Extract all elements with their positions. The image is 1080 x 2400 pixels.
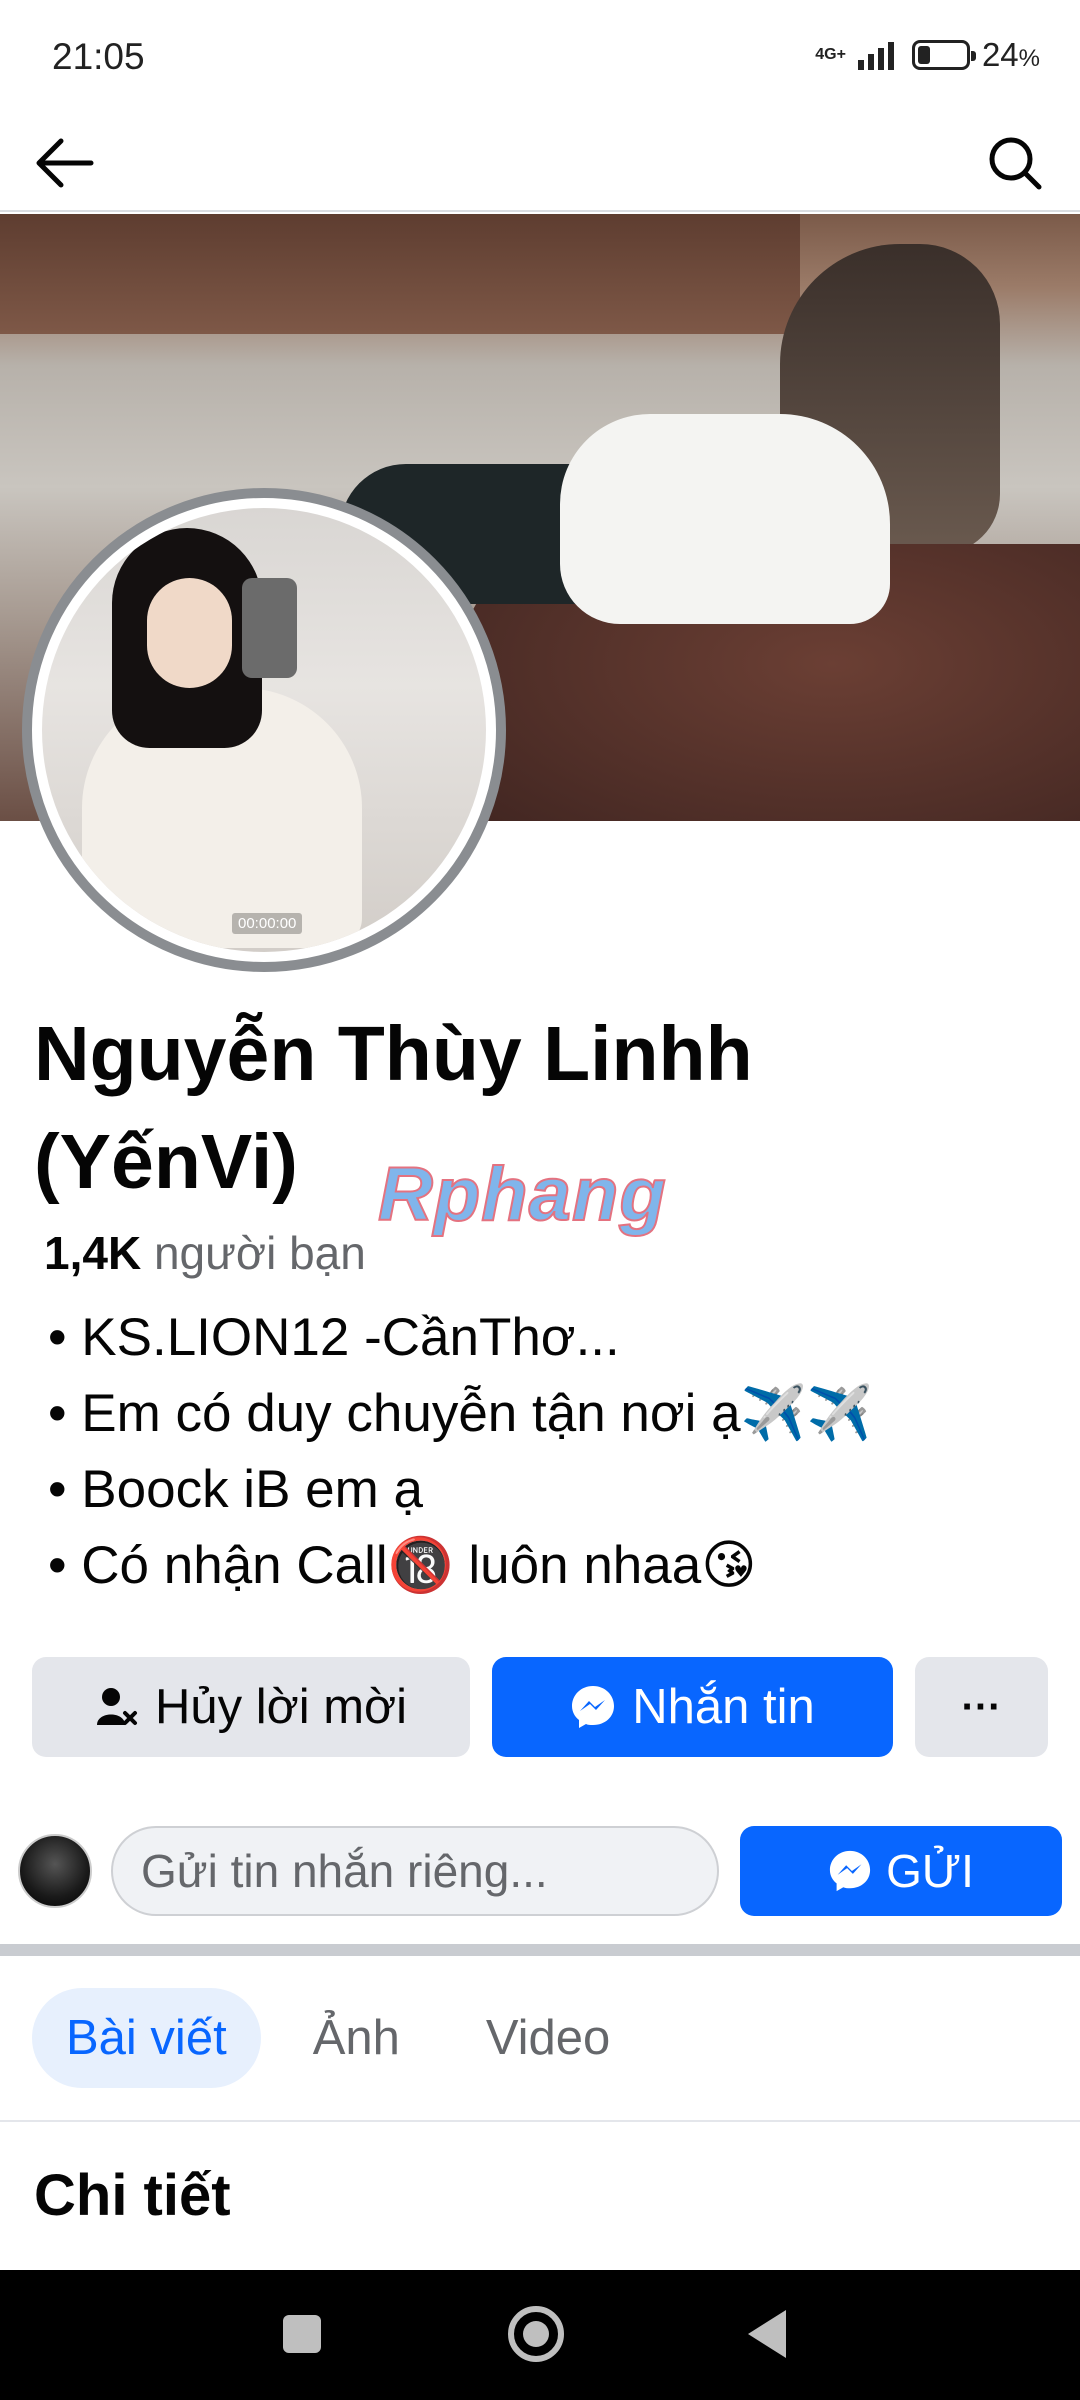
tab-videos[interactable]: Video — [452, 1988, 644, 2088]
section-divider — [0, 1944, 1080, 1956]
top-nav-bar — [0, 110, 1080, 212]
private-message-input[interactable] — [111, 1826, 719, 1916]
bio-line: • Em có duy chuyễn tận nơi ạ✈️✈️ — [48, 1384, 873, 1443]
profile-actions: Hủy lời mời Nhắn tin ··· — [32, 1657, 1048, 1757]
profile-name-line1: Nguyễn Thùy Linhh — [34, 1011, 753, 1097]
messenger-icon — [572, 1686, 615, 1728]
back-button[interactable] — [30, 128, 100, 198]
send-message-button[interactable]: GỬI — [740, 1826, 1062, 1916]
status-bar: 21:05 4G+ 24% — [0, 0, 1080, 110]
recent-apps-button[interactable] — [283, 2315, 321, 2353]
messenger-icon — [829, 1850, 871, 1892]
private-message-row: GỬI — [18, 1826, 1062, 1918]
system-navigation-bar — [0, 2270, 1080, 2400]
send-label: GỬI — [886, 1845, 974, 1897]
bio-line: • Boock iB em ạ — [48, 1460, 423, 1519]
watermark-logo: Rphang — [377, 1151, 667, 1238]
user-avatar[interactable] — [18, 1834, 92, 1908]
home-button[interactable] — [508, 2306, 564, 2362]
tab-posts[interactable]: Bài viết — [32, 1988, 261, 2088]
tab-photos[interactable]: Ảnh — [279, 1988, 434, 2088]
tabs-divider — [0, 2120, 1080, 2122]
avatar-image: 00:00:00 — [42, 508, 486, 952]
more-options-button[interactable]: ··· — [915, 1657, 1048, 1757]
cancel-request-label: Hủy lời mời — [154, 1680, 408, 1734]
avatar-video-time: 00:00:00 — [232, 913, 303, 934]
friends-count[interactable]: 1,4K người bạn — [44, 1226, 366, 1280]
profile-avatar[interactable]: 00:00:00 — [22, 488, 506, 972]
message-button[interactable]: Nhắn tin — [492, 1657, 893, 1757]
status-time: 21:05 — [52, 36, 145, 77]
message-label: Nhắn tin — [632, 1680, 815, 1734]
profile-bio: • KS.LION12 -CầnThơ... • Em có duy chuyễ… — [48, 1300, 1048, 1604]
system-back-button[interactable] — [748, 2310, 786, 2358]
bio-line: • Có nhận Call🔞 luôn nhaa😘 — [48, 1536, 757, 1595]
cancel-request-icon — [96, 1688, 137, 1725]
bio-line: • KS.LION12 -CầnThơ... — [48, 1308, 620, 1367]
search-icon — [989, 137, 1042, 190]
arrow-left-icon — [36, 138, 94, 188]
more-icon: ··· — [961, 1684, 1002, 1729]
friends-count-value: 1,4K — [44, 1227, 142, 1279]
cancel-friend-request-button[interactable]: Hủy lời mời — [32, 1657, 470, 1757]
battery-percent: 24% — [981, 36, 1040, 73]
friends-count-label: người bạn — [153, 1227, 366, 1279]
battery-icon — [911, 40, 976, 70]
status-icons: 4G+ 24% — [815, 36, 1040, 74]
search-button[interactable] — [980, 128, 1050, 198]
details-heading: Chi tiết — [34, 2163, 231, 2228]
profile-tabs: Bài viết Ảnh Video — [32, 1988, 662, 2088]
network-type: 4G+ — [815, 46, 846, 63]
signal-icon — [857, 40, 894, 70]
